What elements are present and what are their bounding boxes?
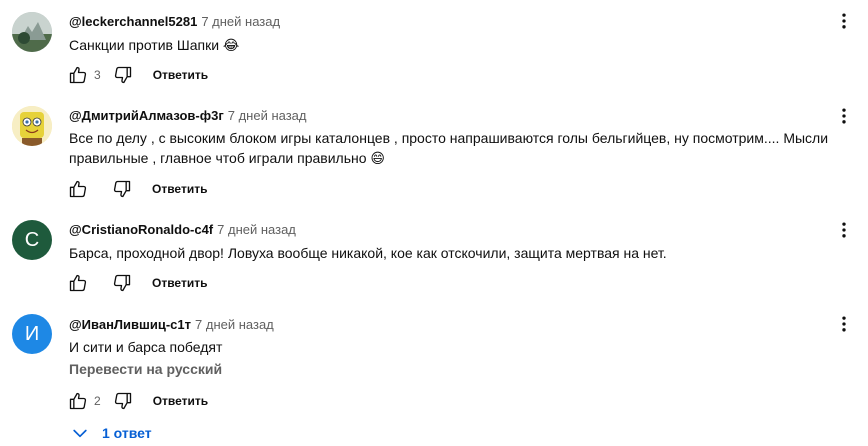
- more-vert-icon[interactable]: [832, 218, 856, 242]
- avatar[interactable]: [12, 106, 52, 146]
- more-vert-icon[interactable]: [832, 9, 856, 33]
- comment-text: Санкции против Шапки 😂: [69, 37, 240, 53]
- like-count: 2: [94, 394, 101, 408]
- comment-actions: 3 Ответить: [66, 63, 208, 87]
- comment-header: @leckerchannel5281 7 дней назад: [69, 14, 280, 29]
- comment-text: И сити и барса победят: [69, 339, 223, 355]
- thumb-down-icon[interactable]: [110, 177, 134, 201]
- thumb-down-icon[interactable]: [111, 389, 135, 413]
- timestamp[interactable]: 7 дней назад: [217, 222, 296, 237]
- thumb-up-icon[interactable]: [66, 177, 90, 201]
- reply-button[interactable]: Ответить: [153, 394, 208, 408]
- author-name[interactable]: @ДмитрийАлмазов-ф3г: [69, 108, 224, 123]
- replies-count-label: 1 ответ: [102, 425, 152, 441]
- comment-text: Все по делу , с высоким блоком игры ката…: [69, 130, 829, 166]
- avatar-photo: [12, 106, 52, 146]
- avatar[interactable]: И: [12, 314, 52, 354]
- reply-button[interactable]: Ответить: [153, 68, 208, 82]
- comment-actions: Ответить: [66, 271, 207, 295]
- comment-actions: Ответить: [66, 177, 207, 201]
- avatar-photo: [12, 12, 52, 52]
- comment-text: Барса, проходной двор! Ловуха вообще ник…: [69, 245, 667, 261]
- avatar-letter: И: [24, 322, 40, 345]
- comment-header: @ДмитрийАлмазов-ф3г 7 дней назад: [69, 108, 307, 123]
- avatar[interactable]: [12, 12, 52, 52]
- thumb-up-icon[interactable]: [66, 389, 90, 413]
- timestamp[interactable]: 7 дней назад: [201, 14, 280, 29]
- thumb-up-icon[interactable]: [66, 271, 90, 295]
- avatar-letter: C: [24, 228, 40, 251]
- more-vert-icon[interactable]: [832, 104, 856, 128]
- show-replies-button[interactable]: 1 ответ: [70, 423, 152, 443]
- chevron-down-icon: [73, 429, 87, 438]
- timestamp[interactable]: 7 дней назад: [195, 317, 274, 332]
- more-vert-icon[interactable]: [832, 312, 856, 336]
- comment-header: @ИванЛившиц-с1т 7 дней назад: [69, 317, 274, 332]
- reply-button[interactable]: Ответить: [152, 182, 207, 196]
- comment-header: @CristianoRonaldo-c4f 7 дней назад: [69, 222, 296, 237]
- author-name[interactable]: @leckerchannel5281: [69, 14, 197, 29]
- thumb-down-icon[interactable]: [110, 271, 134, 295]
- timestamp[interactable]: 7 дней назад: [228, 108, 307, 123]
- like-count: 3: [94, 68, 101, 82]
- thumb-up-icon[interactable]: [66, 63, 90, 87]
- comment-actions: 2 Ответить: [66, 389, 208, 413]
- thumb-down-icon[interactable]: [111, 63, 135, 87]
- author-name[interactable]: @CristianoRonaldo-c4f: [69, 222, 213, 237]
- reply-button[interactable]: Ответить: [152, 276, 207, 290]
- avatar[interactable]: C: [12, 220, 52, 260]
- translate-button[interactable]: Перевести на русский: [69, 361, 222, 377]
- author-name[interactable]: @ИванЛившиц-с1т: [69, 317, 191, 332]
